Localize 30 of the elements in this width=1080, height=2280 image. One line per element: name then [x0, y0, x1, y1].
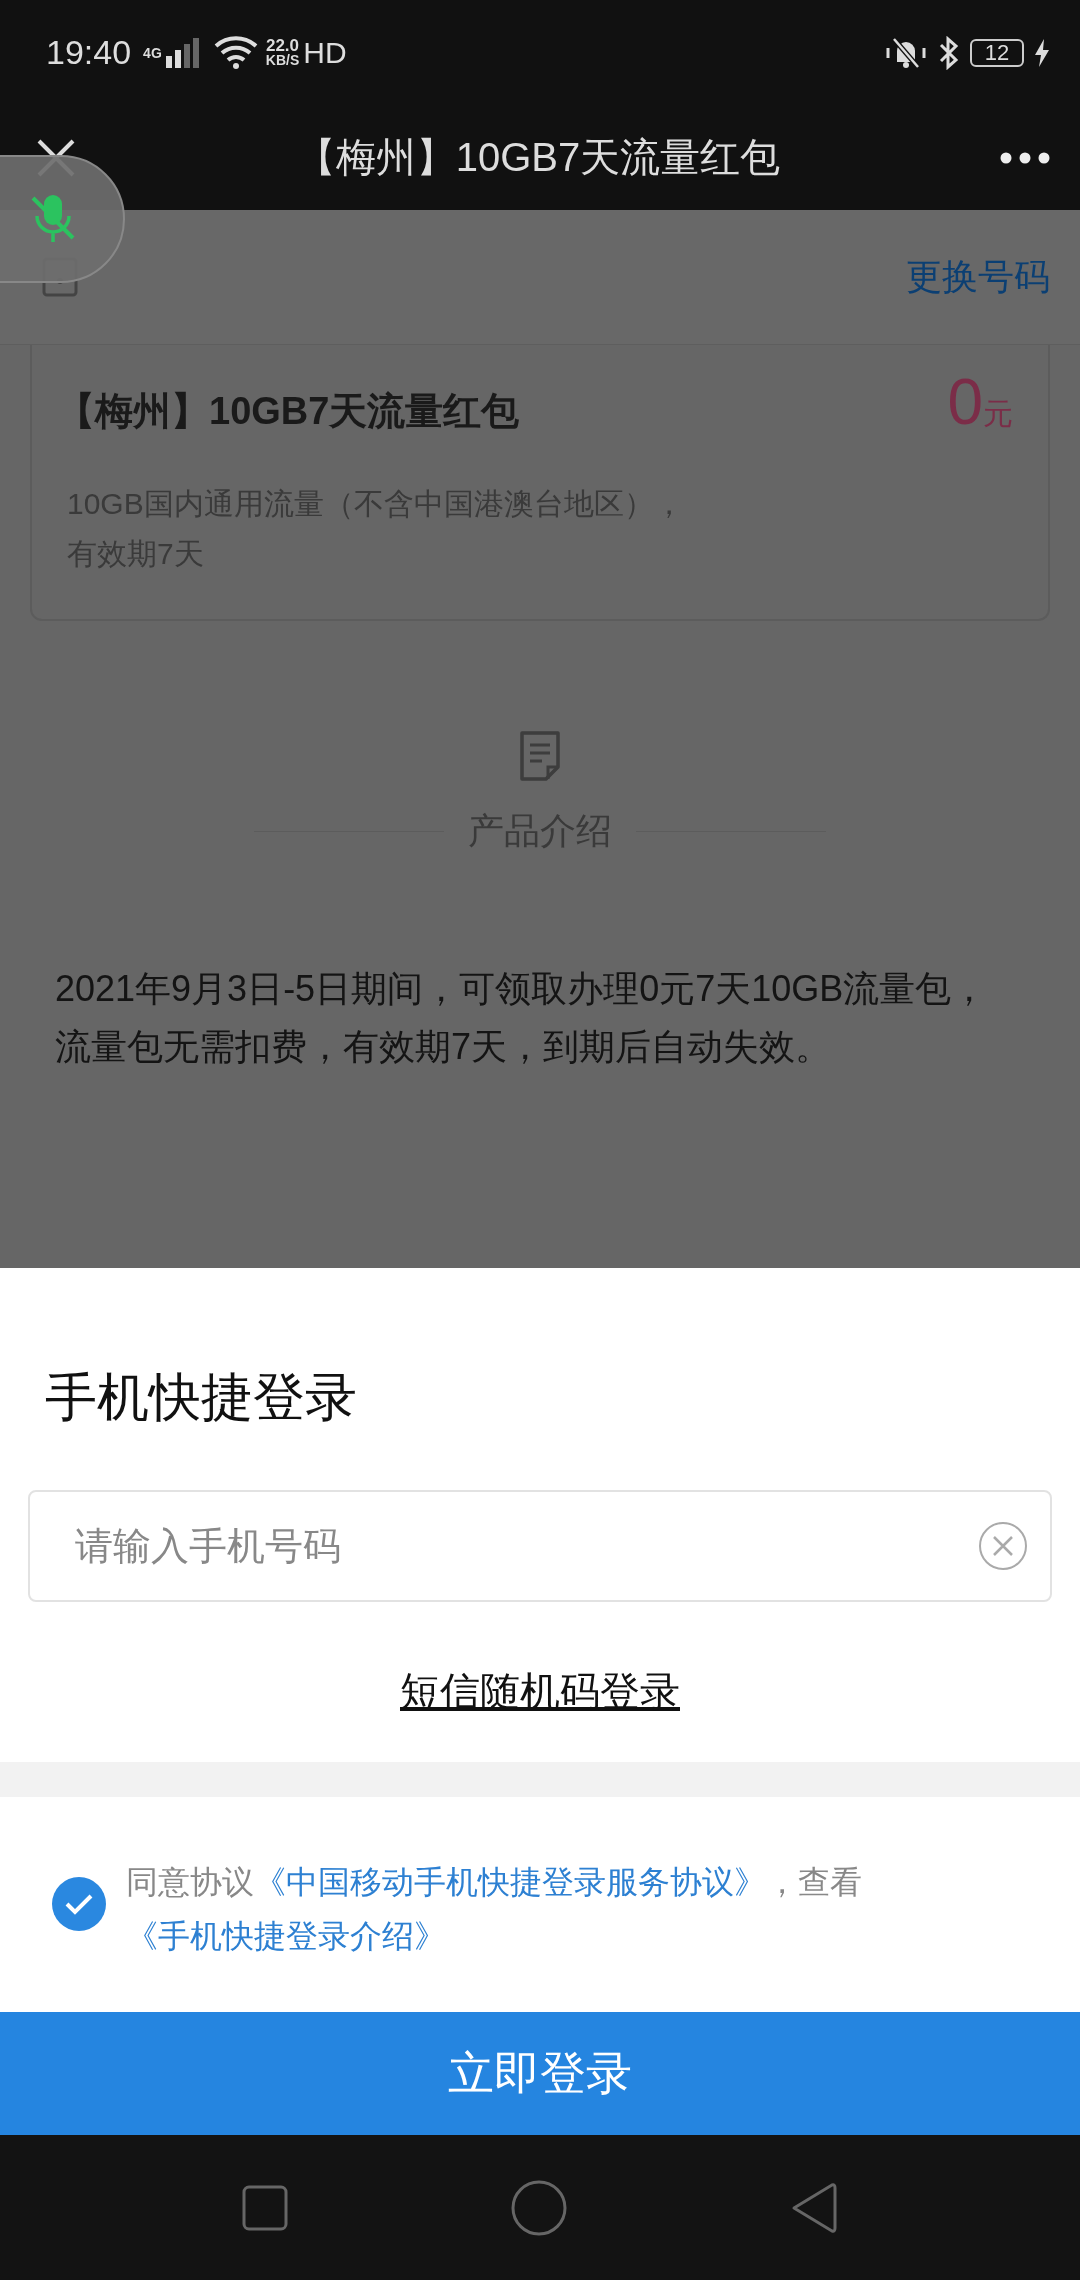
sms-login-link[interactable]: 短信随机码登录: [400, 1664, 680, 1719]
muted-bell-icon: [884, 35, 928, 70]
hd-label: HD: [303, 35, 347, 70]
speed-unit: KB/S: [265, 52, 300, 67]
agreement-text: 同意协议《中国移动手机快捷登录服务协议》，查看 《手机快捷登录介绍》: [126, 1863, 863, 1956]
battery-icon: 12: [970, 38, 1024, 67]
home-icon[interactable]: [511, 2179, 567, 2236]
signal-icon: [165, 37, 200, 68]
agree-checkbox[interactable]: [52, 1877, 106, 1931]
price-unit: 元: [983, 396, 1013, 432]
intro-paragraph: 2021年9月3日-5日期间，可领取办理0元7天10GB流量包，流量包无需扣费，有效期7天，到期后自动失效。: [54, 967, 989, 1069]
agreement-link[interactable]: 《手机快捷登录介绍》: [126, 1918, 446, 1954]
phone-input-field[interactable]: 请输入手机号码: [28, 1490, 1052, 1602]
recents-icon[interactable]: [241, 2184, 288, 2231]
document-icon: [518, 731, 562, 781]
wifi-icon: [213, 35, 258, 70]
bluetooth-icon: [938, 35, 960, 70]
more-icon[interactable]: [1000, 151, 1050, 164]
page-title: 【梅州】10GB7天流量红包: [295, 134, 781, 181]
back-icon[interactable]: [790, 2181, 839, 2234]
network-speed: 22.0: [265, 38, 300, 53]
charging-icon: [1034, 38, 1050, 67]
package-title: 【梅州】10GB7天流量红包: [57, 389, 520, 434]
login-button[interactable]: 立即登录: [0, 2012, 1080, 2135]
status-time: 19:40: [46, 33, 132, 72]
clear-icon[interactable]: [978, 1521, 1028, 1571]
sheet-title: 手机快捷登录: [44, 1367, 358, 1428]
price-value: 0: [947, 365, 983, 439]
agreement-link[interactable]: 《中国移动手机快捷登录服务协议》: [254, 1864, 766, 1900]
network-type: 4G: [143, 45, 162, 60]
